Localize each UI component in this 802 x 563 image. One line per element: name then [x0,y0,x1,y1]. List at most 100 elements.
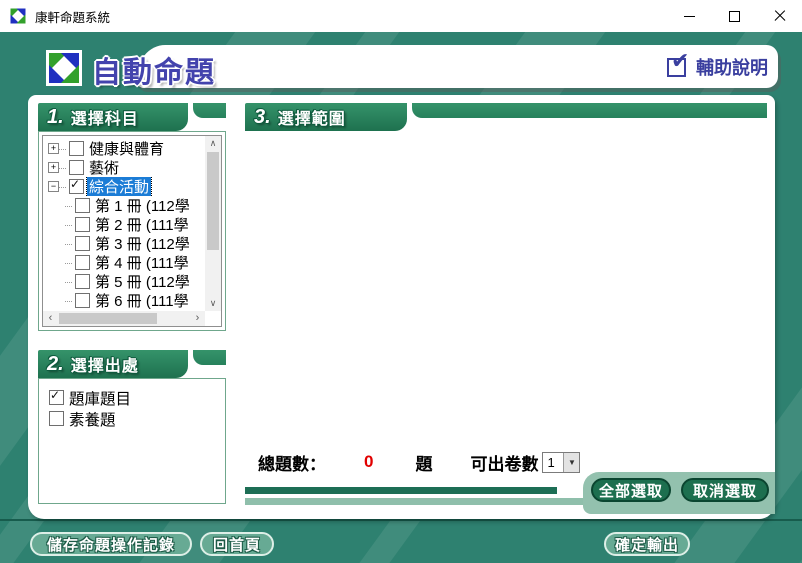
expand-toggle-icon[interactable]: + [48,143,59,154]
tree-connector [59,167,66,169]
panel1-title: 選擇科目 [71,105,139,129]
tree-vertical-scrollbar[interactable]: ∧ ∨ [205,136,221,311]
tree-connector [65,262,72,264]
save-log-button[interactable]: 儲存命題操作記錄 [30,532,192,556]
maximize-button[interactable] [712,0,757,32]
tree-item-label[interactable]: 第 3 冊 (112學 [93,234,192,253]
app-window: 康軒命題系統 自動命題 ✔ 輔助說明 [0,0,802,563]
tree-item[interactable]: + 藝術 [44,158,205,177]
kangxuan-logo-icon [9,7,27,25]
tree-item-label[interactable]: 第 4 冊 (111學 [93,253,191,272]
paper-count-label: 可出卷數 [470,450,538,475]
tree-item-checkbox[interactable] [75,255,90,270]
tree-item-checkbox[interactable] [69,160,84,175]
scroll-up-icon[interactable]: ∧ [205,136,221,151]
tree-item-checkbox[interactable] [75,236,90,251]
tree-item[interactable]: 第 2 冊 (111學 [44,215,205,234]
panel1-number: 1. [47,106,64,129]
horizontal-scroll-thumb[interactable] [59,313,157,324]
paper-count-value: 1 [543,453,563,472]
tree-item[interactable]: 第 3 冊 (112學 [44,234,205,253]
home-button[interactable]: 回首頁 [200,532,274,556]
tree-connector [65,224,72,226]
expand-toggle-icon[interactable]: − [48,181,59,192]
tree-item[interactable]: + 健康與體育 [44,139,205,158]
select-all-button[interactable]: 全部選取 [591,478,671,502]
help-button[interactable]: ✔ 輔助說明 [667,54,768,80]
checkmark-icon: ✓ [50,389,60,402]
tree-item-checkbox[interactable] [75,198,90,213]
panel2-header-tab [193,350,226,365]
tree-item-checkbox[interactable] [75,217,90,232]
scrollbar-corner [205,311,221,326]
deselect-button[interactable]: 取消選取 [681,478,769,502]
tree-item[interactable]: 第 6 冊 (111學 [44,291,205,310]
confirm-output-button[interactable]: 確定輸出 [604,532,690,556]
tree-item-label[interactable]: 健康與體育 [87,139,166,158]
tree-connector [65,300,72,302]
source-option-label: 素養題 [69,408,116,430]
stats-row: 總題數： 0 題 可出卷數 1 ▼ [258,450,580,474]
tree-item-checkbox[interactable] [69,141,84,156]
help-button-label: 輔助說明 [696,54,768,80]
vertical-scroll-thumb[interactable] [207,152,219,250]
total-questions-value: 0 [364,452,373,472]
tree-item[interactable]: 第 1 冊 (112學 [44,196,205,215]
tree-item-label[interactable]: 第 5 冊 (112學 [93,272,192,291]
tree-horizontal-scrollbar[interactable]: ‹ › [43,311,205,326]
panel3-title: 選擇範圍 [278,105,346,129]
tree-connector [59,148,66,150]
source-option[interactable]: 素養題 [49,408,225,429]
panel2-header: 2. 選擇出處 [38,350,226,378]
panel3-number: 3. [254,106,271,129]
close-icon [774,10,786,22]
tree-item-label[interactable]: 第 2 冊 (111學 [93,215,191,234]
minimize-icon [684,16,695,17]
total-questions-label: 總題數： [258,450,326,475]
tree-connector [65,281,72,283]
source-panel-body: ✓ 題庫題目 素養題 [38,378,226,504]
help-check-icon: ✔ [667,58,686,77]
subject-panel-body: + 健康與體育 + 藝術 − ✓ 綜合活動 第 1 冊 (112學 第 2 冊 … [38,131,226,331]
source-option-label: 題庫題目 [69,387,131,409]
footer-divider [0,519,802,521]
tree-connector [65,205,72,207]
tree-item-label[interactable]: 第 1 冊 (112學 [93,196,192,215]
panel2-title: 選擇出處 [71,352,139,376]
kangxuan-logo [46,50,82,86]
window-titlebar: 康軒命題系統 [0,0,802,32]
scroll-down-icon[interactable]: ∨ [205,296,221,311]
subject-tree: + 健康與體育 + 藝術 − ✓ 綜合活動 第 1 冊 (112學 第 2 冊 … [42,135,222,327]
tree-item-checkbox[interactable] [75,293,90,308]
panel3-header-tab [412,103,767,118]
tree-item-label[interactable]: 綜合活動 [87,177,151,196]
source-option[interactable]: ✓ 題庫題目 [49,387,225,408]
tree-item[interactable]: 第 5 冊 (112學 [44,272,205,291]
tree-item-label[interactable]: 藝術 [87,158,121,177]
tree-item-label[interactable]: 第 6 冊 (111學 [93,291,191,310]
scroll-right-icon[interactable]: › [190,311,205,326]
panel3-header: 3. 選擇範圍 [245,103,767,131]
questions-unit-label: 題 [415,450,432,475]
source-option-checkbox[interactable]: ✓ [49,390,64,405]
tree-item-checkbox[interactable] [75,274,90,289]
dropdown-arrow-icon[interactable]: ▼ [563,453,579,472]
tree-item[interactable]: 第 4 冊 (111學 [44,253,205,272]
selection-buttons-tab: 全部選取 取消選取 [583,472,775,514]
page-title: 自動命題 [92,49,216,91]
scroll-left-icon[interactable]: ‹ [43,311,58,326]
paper-count-select[interactable]: 1 ▼ [542,452,580,473]
tree-item[interactable]: − ✓ 綜合活動 [44,177,205,196]
source-option-checkbox[interactable] [49,411,64,426]
maximize-icon [729,11,740,22]
main-card: 1. 選擇科目 + 健康與體育 + 藝術 − ✓ 綜合活動 第 1 冊 (112… [28,95,775,519]
close-button[interactable] [757,0,802,32]
expand-toggle-icon[interactable]: + [48,162,59,173]
panel1-header: 1. 選擇科目 [38,103,226,131]
minimize-button[interactable] [667,0,712,32]
window-title: 康軒命題系統 [35,7,110,26]
checkmark-icon: ✓ [70,178,80,191]
tree-item-checkbox[interactable]: ✓ [69,179,84,194]
accent-bar-dark [245,487,557,494]
tree-connector [59,186,66,188]
